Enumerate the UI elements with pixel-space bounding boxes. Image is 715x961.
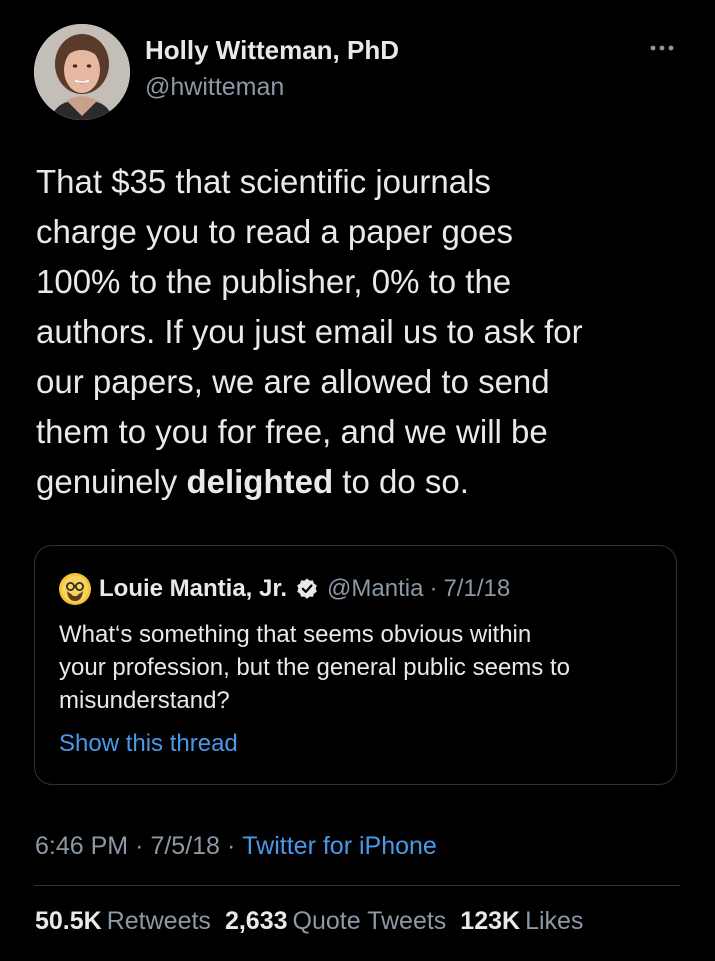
quoted-tweet-text-line: misunderstand? [59, 687, 230, 714]
tweet-text-line: our papers, we are allowed to send [36, 363, 550, 400]
tweet-time[interactable]: 6:46 PM [35, 832, 128, 860]
likes-stat[interactable]: 123K Likes [460, 907, 583, 936]
tweet-detail: Holly Witteman, PhD @hwitteman That $35 … [0, 0, 715, 961]
quoted-tweet-date[interactable]: 7/1/18 [443, 575, 510, 603]
quoted-tweet-header: Louie Mantia, Jr. @Mantia · 7/1/18 [99, 575, 510, 603]
tweet-text: That $35 that scientific journals charge… [36, 157, 686, 507]
tweet-text-last-line: genuinely delighted to do so. [36, 457, 686, 507]
more-horizontal-icon [650, 45, 674, 51]
tweet-text-line: authors. If you just email us to ask for [36, 313, 583, 350]
quoted-tweet-card[interactable]: Louie Mantia, Jr. @Mantia · 7/1/18 What‘… [34, 545, 677, 785]
quoted-author-avatar[interactable] [59, 573, 91, 605]
more-options-button[interactable] [645, 36, 679, 60]
author-avatar[interactable] [34, 24, 130, 120]
tweet-text-fragment: to do so. [333, 463, 469, 500]
author-handle[interactable]: @hwitteman [145, 73, 284, 102]
quoted-tweet-text-line: your profession, but the general public … [59, 654, 570, 681]
quoted-author-handle[interactable]: @Mantia [327, 575, 423, 603]
quoted-tweet-text-line: What‘s something that seems obvious with… [59, 621, 532, 648]
tweet-text-fragment: genuinely [36, 463, 187, 500]
likes-count: 123K [460, 907, 521, 935]
retweets-count: 50.5K [35, 907, 102, 935]
quoted-meta-separator: · [429, 575, 438, 602]
divider [34, 885, 680, 886]
tweet-date[interactable]: 7/5/18 [150, 832, 220, 860]
tweet-source-link[interactable]: Twitter for iPhone [242, 832, 437, 860]
quoted-author-avatar-image [59, 573, 91, 605]
author-avatar-image [34, 24, 130, 120]
tweet-text-emphasis: delighted [186, 463, 334, 500]
quoted-author-name[interactable]: Louie Mantia, Jr. [99, 575, 287, 603]
tweet-text-line: charge you to read a paper goes [36, 213, 514, 250]
meta-separator: · [226, 832, 236, 860]
quote-tweets-label: Quote Tweets [292, 907, 447, 935]
quoted-tweet-text: What‘s something that seems obvious with… [59, 618, 669, 717]
tweet-text-line: them to you for free, and we will be [36, 413, 548, 450]
retweets-stat[interactable]: 50.5K Retweets [35, 907, 211, 936]
retweets-label: Retweets [106, 907, 211, 935]
tweet-stats: 50.5K Retweets 2,633 Quote Tweets 123K Like… [35, 907, 597, 936]
tweet-text-line: That $35 that scientific journals [36, 163, 491, 200]
show-thread-link[interactable]: Show this thread [59, 730, 238, 758]
quote-tweets-stat[interactable]: 2,633 Quote Tweets [225, 907, 446, 936]
author-name[interactable]: Holly Witteman, PhD [145, 35, 399, 66]
verified-badge-icon [295, 577, 319, 601]
quote-tweets-count: 2,633 [224, 907, 288, 935]
tweet-timestamp-row: 6:46 PM · 7/5/18 · Twitter for iPhone [35, 832, 437, 861]
likes-label: Likes [525, 907, 584, 935]
meta-separator: · [135, 832, 144, 860]
tweet-text-line: 100% to the publisher, 0% to the [36, 263, 512, 300]
